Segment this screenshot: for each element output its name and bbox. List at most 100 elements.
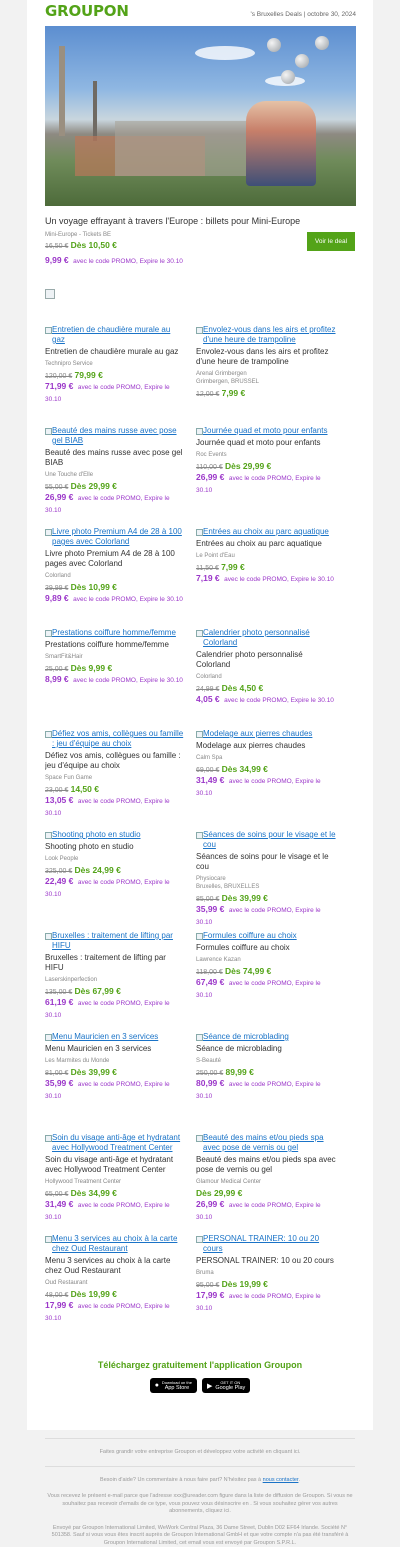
deal-image-link[interactable]: Beauté des mains russe avec pose gel BIA… [45,426,185,446]
deal-card[interactable]: Séance de microblading Séance de microbla… [196,1032,336,1133]
deal-card[interactable]: Menu 3 services au choix à la carte chez… [45,1234,185,1335]
deal-title[interactable]: Formules coiffure au choix [196,943,336,953]
deal-image-link[interactable]: Shooting photo en studio [45,830,185,840]
deal-image-link[interactable]: Envolez-vous dans les airs et profitez d… [196,325,336,345]
help-text: Besoin d'aide? Un commentaire à nous fai… [45,1477,355,1485]
deal-merchant: SmartFit&Hair [45,653,185,661]
deal-title[interactable]: Séance de microblading [196,1044,336,1054]
deal-promo-note: avec le code PROMO, Expire le 30.10 [224,576,334,583]
deal-title[interactable]: Bruxelles : traitement de lifting par HI… [45,953,185,973]
deal-title[interactable]: Entrées au choix au parc aquatique [196,539,336,549]
deal-image-link[interactable]: Beauté des mains et/ou pieds spa avec po… [196,1133,336,1153]
deal-title[interactable]: Soin du visage anti-âge et hydratant ave… [45,1155,185,1175]
legal-company: Envoyé par Groupon International Limited… [45,1525,355,1547]
deal-old-price: 55,00 € [45,484,68,491]
deal-image-link[interactable]: Défiez vos amis, collègues ou famille : … [45,729,185,749]
deal-price: 135,00 € Dès 67,99 € [45,986,185,996]
deal-title[interactable]: Défiez vos amis, collègues ou famille : … [45,751,185,771]
deal-image-link[interactable]: Séances de soins pour le visage et le co… [196,830,336,850]
deal-title[interactable]: Envolez-vous dans les airs et profitez d… [196,347,336,367]
play-icon: ▶ [207,1382,212,1390]
deal-card[interactable]: Calendrier photo personnalisé ColorlandC… [196,628,336,729]
deal-promo-price: 9,89 € [45,593,69,603]
deal-title[interactable]: Journée quad et moto pour enfants [196,438,336,448]
deal-title[interactable]: Modelage aux pierres chaudes [196,741,336,751]
deal-title[interactable]: Shooting photo en studio [45,842,185,852]
deal-promo-price: 26,99 € [196,472,224,482]
google-play-badge[interactable]: ▶ GET IT ONGoogle Play [202,1378,250,1393]
deal-price: 23,00 € 14,50 € [45,784,185,794]
deal-title[interactable]: PERSONAL TRAINER: 10 ou 20 cours [196,1256,336,1266]
deal-image-link[interactable]: Entrées au choix au parc aquatique [196,527,336,537]
footer-divider [45,1438,355,1439]
deal-card[interactable]: Entrées au choix au parc aquatique Entrée… [196,527,336,628]
view-deal-button[interactable]: Voir le deal [307,232,355,251]
deal-image-link[interactable]: Menu 3 services au choix à la carte chez… [45,1234,185,1254]
deal-title[interactable]: Prestations coiffure homme/femme [45,640,185,650]
deal-image-link[interactable]: Prestations coiffure homme/femme [45,628,185,638]
deal-image-link[interactable]: Soin du visage anti-âge et hydratant ave… [45,1133,185,1153]
deal-card[interactable]: Soin du visage anti-âge et hydratant ave… [45,1133,185,1234]
deal-old-price: 118,00 € [196,969,223,976]
deal-card[interactable]: Menu Mauricien en 3 services Menu Maurici… [45,1032,185,1133]
deal-title[interactable]: Livre photo Premium A4 de 28 à 100 pages… [45,549,185,569]
deal-image-link[interactable]: Livre photo Premium A4 de 28 à 100 pages… [45,527,185,547]
deal-title[interactable]: Calendrier photo personnalisé Colorland [196,650,336,670]
contact-link[interactable]: nous contacter [263,1477,299,1483]
deal-card[interactable]: PERSONAL TRAINER: 10 ou 20 cours PERSONAL… [196,1234,336,1335]
deal-image-link[interactable]: Modelage aux pierres chaudes [196,729,336,739]
deal-card[interactable]: Entretien de chaudière murale au gaz Entr… [45,325,185,426]
deal-title[interactable]: Beauté des mains et/ou pieds spa avec po… [196,1155,336,1175]
deal-promo: 26,99 € avec le code PROMO, Expire le 30… [196,471,336,495]
deal-merchant: Space Fun Game [45,774,185,782]
deal-image-link[interactable]: Menu Mauricien en 3 services [45,1032,185,1042]
hero-image[interactable] [45,26,356,206]
broken-image-icon [45,289,55,299]
deal-image-link[interactable]: PERSONAL TRAINER: 10 ou 20 cours [196,1234,336,1254]
deal-price: 12,00 € 7,99 € [196,388,336,398]
deal-title[interactable]: Entretien de chaudière murale au gaz [45,347,185,357]
deal-card[interactable]: Modelage aux pierres chaudes Modelage aux… [196,729,336,830]
deal-promo: 61,19 € avec le code PROMO, Expire le 30… [45,996,185,1020]
deal-new-price: Dès 10,99 € [71,582,117,592]
deal-merchant: Arenal Grimbergen Grimbergen, BRUSSEL [196,370,336,386]
deal-card[interactable]: Shooting photo en studio Shooting photo e… [45,830,185,931]
deal-merchant: Technipro Service [45,360,185,368]
deal-card[interactable]: Beauté des mains et/ou pieds spa avec po… [196,1133,336,1234]
deal-card[interactable]: Séances de soins pour le visage et le co… [196,830,336,931]
hero-promo-price: 9,99 € [45,255,69,265]
deal-promo-note: avec le code PROMO, Expire le 30.10 [73,677,183,684]
app-store-badge[interactable]: ● Download on theApp Store [150,1378,197,1393]
hero-title[interactable]: Un voyage effrayant à travers l'Europe :… [45,216,355,226]
deal-card[interactable]: Prestations coiffure homme/femme Prestati… [45,628,185,729]
deal-card[interactable]: Formules coiffure au choix Formules coiff… [196,931,336,1032]
groupon-logo[interactable]: GROUPON [45,2,129,20]
deal-image-link[interactable]: Journée quad et moto pour enfants [196,426,336,436]
deal-old-price: 65,00 € [45,1191,68,1198]
deal-merchant: Lawrence Kazan [196,956,336,964]
deal-image-link[interactable]: Séance de microblading [196,1032,336,1042]
deal-image-link[interactable]: Entretien de chaudière murale au gaz [45,325,185,345]
deal-card[interactable]: Journée quad et moto pour enfants Journée… [196,426,336,527]
deal-card[interactable]: Beauté des mains russe avec pose gel BIA… [45,426,185,527]
deal-image-link[interactable]: Formules coiffure au choix [196,931,336,941]
deal-price: 110,00 € Dès 29,99 € [196,461,336,471]
deal-title[interactable]: Menu 3 services au choix à la carte chez… [45,1256,185,1276]
deal-title[interactable]: Menu Mauricien en 3 services [45,1044,185,1054]
deal-card[interactable]: Envolez-vous dans les airs et profitez d… [196,325,336,426]
deal-promo-price: 35,99 € [45,1078,73,1088]
deal-title[interactable]: Beauté des mains russe avec pose gel BIA… [45,448,185,468]
deal-card[interactable]: Bruxelles : traitement de lifting par HI… [45,931,185,1032]
deal-promo-price: 17,99 € [45,1300,73,1310]
merchant-link[interactable]: Faites grandir votre entreprise Groupon … [45,1449,355,1457]
deal-image-link[interactable]: Bruxelles : traitement de lifting par HI… [45,931,185,951]
deal-new-price: Dès 4,50 € [222,683,264,693]
deal-merchant: Une Touche d'Elle [45,471,185,479]
deal-card[interactable]: Livre photo Premium A4 de 28 à 100 pages… [45,527,185,628]
deal-title[interactable]: Séances de soins pour le visage et le co… [196,852,336,872]
email-body: GROUPON 's Bruxelles Deals | octobre 30,… [27,0,373,1345]
deal-image-link[interactable]: Calendrier photo personnalisé Colorland [196,628,336,648]
deal-card[interactable]: Défiez vos amis, collègues ou famille : … [45,729,185,830]
deal-new-price: 89,99 € [225,1067,253,1077]
deal-promo-price: 4,05 € [196,694,220,704]
